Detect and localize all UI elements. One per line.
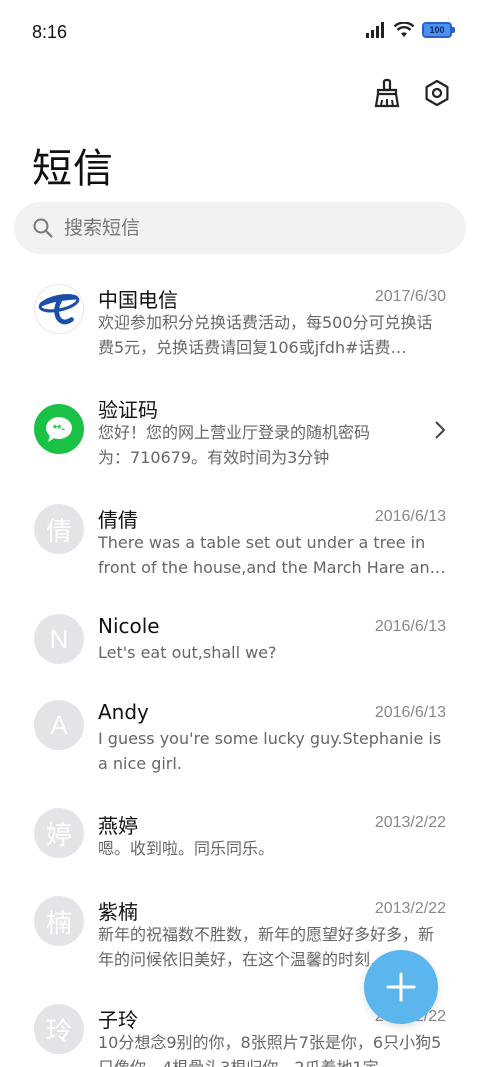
avatar: A [34, 700, 84, 750]
contact-name: 验证码 [98, 398, 158, 422]
verification-code-icon: **- [34, 404, 84, 454]
message-preview: 欢迎参加积分兑换话费活动，每500分可兑换话费5元，兑换话费请回复106或jfd… [98, 313, 433, 357]
plus-icon [386, 972, 416, 1002]
message-item-qianqian[interactable]: 倩 倩倩 2016/6/13 There was a table set out… [0, 490, 480, 594]
contact-name: 倩倩 [98, 508, 138, 532]
battery-icon: 100 [422, 22, 455, 38]
status-icons: 100 [366, 22, 455, 38]
status-bar: 8:16 100 [0, 0, 480, 68]
message-preview: 您好！您的网上营业厅登录的随机密码为：710679。有效时间为3分钟 [98, 423, 371, 467]
contact-name: 中国电信 [98, 288, 178, 312]
message-item-china-telecom[interactable]: 中国电信 2017/6/30 欢迎参加积分兑换话费活动，每500分可兑换话费5元… [0, 270, 480, 374]
status-time: 8:16 [32, 22, 68, 42]
avatar: 倩 [34, 504, 84, 554]
message-item-andy[interactable]: A Andy 2016/6/13 I guess you're some luc… [0, 686, 480, 790]
china-telecom-logo [34, 284, 84, 334]
avatar: 楠 [34, 896, 84, 946]
wifi-icon [394, 22, 414, 37]
message-preview: I guess you're some lucky guy.Stephanie … [98, 729, 442, 773]
contact-name: Andy [98, 700, 149, 724]
message-date: 2016/6/13 [374, 704, 446, 721]
broom-icon [374, 78, 400, 108]
gear-icon [425, 79, 449, 107]
chevron-right-icon [435, 421, 446, 439]
contact-name: 紫楠 [98, 900, 138, 924]
avatar: N [34, 614, 84, 664]
message-date: 2013/2/22 [374, 900, 446, 917]
avatar: 玲 [34, 1004, 84, 1054]
message-preview: 10分想念9别的你，8张照片7张是你，6只小狗5只像你，4根骨头3根归你，2爪着… [98, 1033, 442, 1067]
message-preview: There was a table set out under a tree i… [98, 533, 446, 577]
message-preview: Let's eat out,shall we? [98, 643, 277, 662]
contact-name: Nicole [98, 614, 160, 638]
svg-text:**-: **- [53, 423, 66, 435]
avatar: 婷 [34, 808, 84, 858]
compose-button[interactable] [364, 950, 438, 1024]
contact-name: 燕婷 [98, 814, 138, 838]
message-item-nicole[interactable]: N Nicole 2016/6/13 Let's eat out,shall w… [0, 600, 480, 678]
message-date: 2017/6/30 [374, 288, 446, 305]
page-title: 短信 [32, 146, 114, 192]
message-date: 2016/6/13 [374, 618, 446, 635]
search-input[interactable] [64, 217, 444, 239]
signal-icon [366, 22, 384, 38]
message-date: 2016/6/13 [374, 508, 446, 525]
message-preview: 嗯。收到啦。同乐同乐。 [98, 839, 275, 858]
search-icon [33, 218, 53, 238]
message-item-yanting[interactable]: 婷 燕婷 2013/2/22 嗯。收到啦。同乐同乐。 [0, 796, 480, 874]
message-bubble-icon: **- [46, 417, 72, 442]
clean-button[interactable] [372, 78, 402, 108]
message-item-verification-code[interactable]: **- 验证码 您好！您的网上营业厅登录的随机密码为：710679。有效时间为3… [0, 380, 480, 484]
search-bar[interactable] [14, 202, 466, 254]
top-actions [372, 78, 452, 108]
contact-name: 子玲 [98, 1008, 138, 1032]
message-date: 2013/2/22 [374, 814, 446, 831]
settings-button[interactable] [422, 78, 452, 108]
china-telecom-logo-icon [38, 294, 80, 325]
